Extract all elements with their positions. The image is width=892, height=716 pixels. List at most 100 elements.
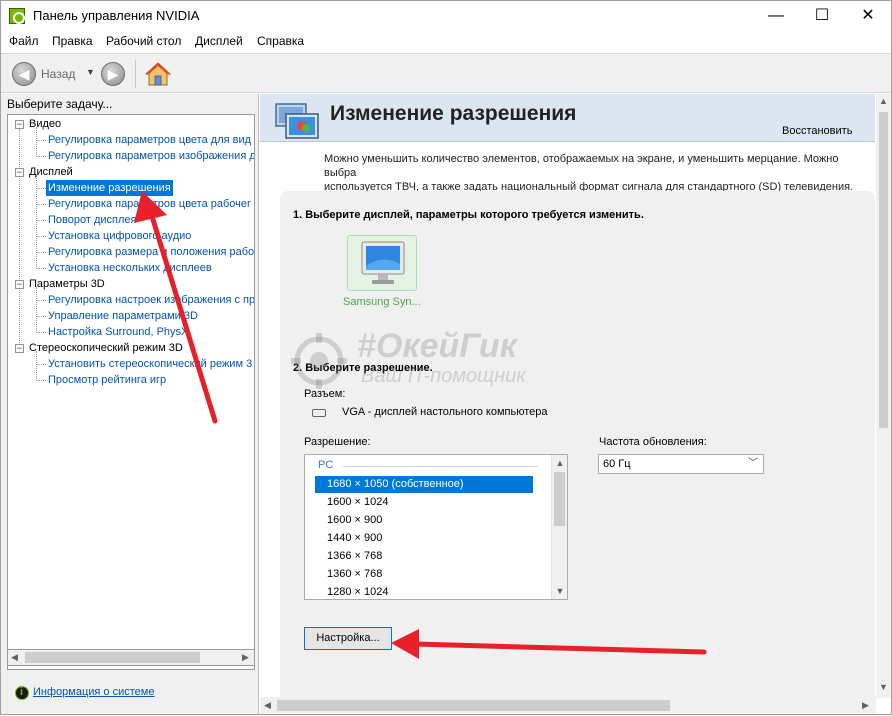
tree-category-label[interactable]: Дисплей bbox=[29, 164, 73, 180]
tree-item-label[interactable]: Поворот дисплея bbox=[48, 212, 136, 228]
tree-item[interactable]: Установка цифрового аудио bbox=[8, 228, 254, 244]
scroll-right-icon[interactable]: ▶ bbox=[862, 697, 869, 714]
tree-category-label[interactable]: Видео bbox=[29, 116, 61, 132]
resolution-option[interactable]: 1600 × 900 bbox=[315, 512, 533, 529]
info-icon bbox=[15, 686, 29, 700]
scroll-down-icon[interactable]: ▼ bbox=[876, 682, 891, 692]
tree-item[interactable]: Регулировка параметров изображения д bbox=[8, 148, 254, 164]
collapse-icon[interactable]: − bbox=[15, 120, 24, 129]
tree-item-label[interactable]: Настройка Surround, PhysX bbox=[48, 324, 188, 340]
customize-button[interactable]: Настройка... bbox=[304, 627, 392, 650]
menu-help[interactable]: Справка bbox=[257, 34, 304, 48]
page-title: Изменение разрешения bbox=[330, 102, 577, 125]
tree-item[interactable]: Регулировка параметров цвета рабочег bbox=[8, 196, 254, 212]
scrollbar-thumb[interactable] bbox=[554, 472, 565, 526]
tree-item-label[interactable]: Регулировка параметров цвета для вид bbox=[48, 132, 251, 148]
menu-file[interactable]: Файл bbox=[9, 34, 39, 48]
scroll-left-icon[interactable]: ◀ bbox=[11, 650, 18, 665]
tree-item-label[interactable]: Установить стереоскопический режим 3 bbox=[48, 356, 252, 372]
tree-item[interactable]: Регулировка параметров цвета для вид bbox=[8, 132, 254, 148]
menu-bar: Файл Правка Рабочий стол Дисплей Справка bbox=[1, 31, 891, 52]
tree-item-label[interactable]: Регулировка параметров цвета рабочег bbox=[48, 196, 251, 212]
back-label[interactable]: Назад bbox=[41, 67, 75, 81]
tree-item[interactable]: Регулировка настроек изображения с пр bbox=[8, 292, 254, 308]
scroll-up-icon[interactable]: ▲ bbox=[876, 96, 891, 106]
tree-category-stereo-3d[interactable]: − Стереоскопический режим 3D bbox=[8, 340, 254, 356]
tree-item-label[interactable]: Установка нескольких дисплеев bbox=[48, 260, 212, 276]
content-horizontal-scrollbar[interactable]: ◀ ▶ bbox=[260, 697, 876, 714]
resolution-list[interactable]: PC 1680 × 1050 (собственное) 1600 × 1024… bbox=[304, 454, 568, 600]
tree-item[interactable]: Установка нескольких дисплеев bbox=[8, 260, 254, 276]
vga-connector-icon bbox=[312, 409, 326, 417]
scroll-up-icon[interactable]: ▲ bbox=[552, 455, 567, 471]
forward-arrow-icon: ▶ bbox=[107, 66, 119, 82]
refresh-rate-label: Частота обновления: bbox=[599, 436, 707, 448]
resolution-option[interactable]: 1360 × 768 bbox=[315, 566, 533, 583]
tree-item-label[interactable]: Установка цифрового аудио bbox=[48, 228, 191, 244]
system-info-link[interactable]: Информация о системе bbox=[33, 686, 154, 698]
watermark-title: #ОкейГик bbox=[357, 327, 517, 365]
tree-item[interactable]: Просмотр рейтинга игр bbox=[8, 372, 254, 388]
display-name[interactable]: Samsung Syn... bbox=[343, 296, 421, 308]
tree-category-label[interactable]: Параметры 3D bbox=[29, 276, 105, 292]
minimize-button[interactable]: — bbox=[753, 1, 799, 31]
tree-item-label[interactable]: Регулировка параметров изображения д bbox=[48, 148, 254, 164]
scroll-down-icon[interactable]: ▼ bbox=[552, 583, 567, 599]
scrollbar-thumb[interactable] bbox=[25, 652, 200, 663]
scroll-left-icon[interactable]: ◀ bbox=[264, 697, 271, 714]
back-button[interactable]: ◀ bbox=[12, 62, 36, 86]
resolution-group-header: PC bbox=[318, 459, 334, 471]
chevron-down-icon: ﹀ bbox=[748, 458, 758, 469]
tree-item-label[interactable]: Регулировка настроек изображения с пр bbox=[48, 292, 254, 308]
tree-category-3d-settings[interactable]: − Параметры 3D bbox=[8, 276, 254, 292]
tree-item[interactable]: Установить стереоскопический режим 3 bbox=[8, 356, 254, 372]
collapse-icon[interactable]: − bbox=[15, 168, 24, 177]
history-dropdown-icon[interactable]: ▼ bbox=[86, 67, 95, 77]
tree-item-label[interactable]: Изменение разрешения bbox=[46, 180, 173, 196]
resolution-list-scrollbar[interactable]: ▲ ▼ bbox=[551, 455, 567, 599]
tree-item-label[interactable]: Просмотр рейтинга игр bbox=[48, 372, 166, 388]
tree-item[interactable]: Настройка Surround, PhysX bbox=[8, 324, 254, 340]
menu-edit[interactable]: Правка bbox=[52, 34, 93, 48]
tree-item-label[interactable]: Регулировка размера и положения рабо bbox=[48, 244, 254, 260]
restore-defaults-link[interactable]: Восстановить bbox=[782, 125, 852, 137]
tree-category-label[interactable]: Стереоскопический режим 3D bbox=[29, 340, 183, 356]
tree-item-label[interactable]: Управление параметрами 3D bbox=[48, 308, 198, 324]
menu-desktop[interactable]: Рабочий стол bbox=[106, 34, 181, 48]
tree-item[interactable]: Регулировка размера и положения рабо bbox=[8, 244, 254, 260]
settings-panel: 1. Выберите дисплей, параметры которого … bbox=[280, 191, 875, 698]
resolution-option[interactable]: 1680 × 1050 (собственное) bbox=[315, 476, 533, 493]
forward-button[interactable]: ▶ bbox=[101, 62, 125, 86]
display-tile[interactable] bbox=[347, 235, 417, 291]
tree-item[interactable]: Управление параметрами 3D bbox=[8, 308, 254, 324]
collapse-icon[interactable]: − bbox=[15, 280, 24, 289]
tree-horizontal-scrollbar[interactable]: ◀ ▶ bbox=[7, 649, 255, 666]
resolution-option[interactable]: 1600 × 1024 bbox=[315, 494, 533, 511]
monitor-icon bbox=[361, 241, 405, 284]
close-button[interactable]: ✕ bbox=[845, 1, 891, 31]
tree-item[interactable]: Поворот дисплея bbox=[8, 212, 254, 228]
maximize-button[interactable]: ☐ bbox=[799, 1, 845, 31]
home-icon[interactable] bbox=[144, 61, 172, 87]
task-label: Выберите задачу... bbox=[7, 97, 113, 111]
scrollbar-thumb[interactable] bbox=[879, 112, 888, 428]
toolbar: ◀ Назад ▼ ▶ bbox=[1, 53, 891, 93]
resolution-label: Разрешение: bbox=[304, 436, 371, 448]
resolution-option[interactable]: 1366 × 768 bbox=[315, 548, 533, 565]
scrollbar-thumb[interactable] bbox=[277, 700, 670, 711]
scroll-right-icon[interactable]: ▶ bbox=[242, 650, 249, 665]
nvidia-control-panel-window: Панель управления NVIDIA — ☐ ✕ Файл Прав… bbox=[0, 0, 892, 715]
page-header: Изменение разрешения Восстановить bbox=[260, 94, 875, 142]
tree-category-video[interactable]: − Видео bbox=[8, 116, 254, 132]
resolution-option[interactable]: 1440 × 900 bbox=[315, 530, 533, 547]
step1-label: 1. Выберите дисплей, параметры которого … bbox=[293, 209, 644, 221]
toolbar-separator bbox=[135, 60, 136, 88]
resolution-option[interactable]: 1280 × 1024 bbox=[315, 584, 533, 599]
tree-category-display[interactable]: − Дисплей bbox=[8, 164, 254, 180]
collapse-icon[interactable]: − bbox=[15, 344, 24, 353]
refresh-rate-select[interactable]: 60 Гц ﹀ bbox=[598, 454, 764, 474]
tree-item-change-resolution[interactable]: Изменение разрешения bbox=[8, 180, 254, 196]
menu-display[interactable]: Дисплей bbox=[195, 34, 243, 48]
content-vertical-scrollbar[interactable]: ▲ ▼ bbox=[876, 94, 891, 698]
title-bar: Панель управления NVIDIA — ☐ ✕ bbox=[1, 1, 891, 31]
